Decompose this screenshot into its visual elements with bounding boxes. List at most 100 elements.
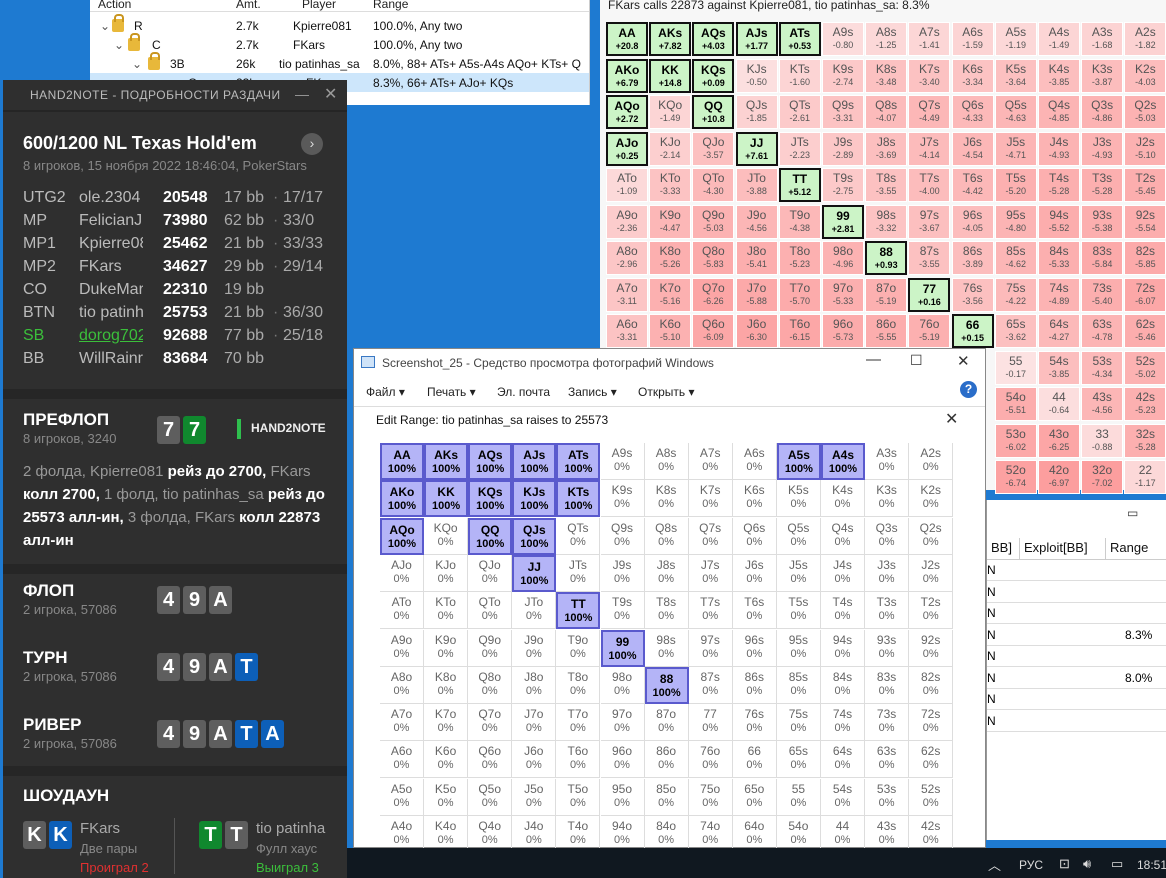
range-cell[interactable]: 94s 0% [821, 629, 865, 667]
range-cell[interactable]: K8o 0% [424, 666, 469, 704]
range-cell[interactable]: A6s 0% [732, 443, 777, 480]
range-cell[interactable]: K5o 0% [424, 778, 469, 816]
matrix-cell[interactable]: 54s -3.85 [1038, 350, 1080, 385]
range-cell[interactable]: 92s 0% [909, 629, 954, 667]
matrix-cell[interactable]: A8s -1.25 [865, 22, 908, 56]
header-player[interactable]: Player [302, 0, 336, 11]
range-cell[interactable]: T6o 0% [556, 741, 601, 779]
tree-row[interactable]: ⌄ R 2.7k Kpierre081 100.0%, Any two [90, 14, 589, 35]
matrix-cell[interactable]: 93s -5.38 [1081, 204, 1124, 239]
matrix-cell[interactable]: Q5s -4.63 [994, 95, 1037, 129]
player-row[interactable]: UTG2 ole.2304 20548 17 bb · 17/17 [23, 189, 337, 212]
chevron-up-icon[interactable]: ︿ [988, 855, 1001, 874]
matrix-cell[interactable]: A4s -1.49 [1038, 22, 1080, 56]
range-cell[interactable]: AKs 100% [424, 443, 469, 480]
matrix-cell[interactable]: K2s -4.03 [1124, 58, 1166, 93]
range-cell[interactable]: 63s 0% [865, 741, 910, 779]
matrix-cell[interactable]: AKo +6.79 [606, 58, 648, 93]
matrix-cell[interactable]: AKs +7.82 [649, 22, 692, 56]
player-row[interactable]: BTN tio patinh 25753 21 bb · 36/30 [23, 304, 337, 327]
range-cell[interactable]: T7o 0% [556, 704, 601, 742]
range-cell[interactable]: A5o 0% [380, 778, 424, 816]
minimize-icon[interactable]: — [866, 351, 881, 368]
matrix-cell[interactable]: A9o -2.36 [606, 204, 648, 239]
matrix-cell[interactable]: T9s -2.75 [822, 168, 864, 202]
range-cell[interactable]: QJo 0% [468, 554, 513, 592]
range-cell[interactable]: QQ 100% [468, 517, 513, 555]
range-cell[interactable]: 88 100% [644, 666, 689, 704]
matrix-cell[interactable]: 96s -4.05 [951, 204, 994, 239]
matrix-cell[interactable]: Q2s -5.03 [1124, 95, 1166, 129]
chevron-down-icon[interactable]: ⌄ [100, 19, 110, 33]
matrix-cell[interactable]: 52s -5.02 [1124, 350, 1166, 385]
matrix-cell[interactable]: QJo -3.57 [692, 131, 735, 166]
minimize-icon[interactable]: — [295, 86, 309, 102]
matrix-cell[interactable]: 82s -5.85 [1124, 241, 1166, 275]
player-row[interactable]: CO DukeMar 22310 19 bb [23, 281, 337, 304]
range-cell[interactable]: 82s 0% [909, 666, 954, 704]
range-cell[interactable]: K9o 0% [424, 629, 469, 667]
menu-burn[interactable]: Запись ▾ [568, 385, 617, 399]
range-cell[interactable]: 83s 0% [865, 666, 910, 704]
matrix-cell[interactable]: 42o -6.97 [1038, 460, 1080, 494]
matrix-cell[interactable]: 42s -5.23 [1124, 387, 1166, 421]
matrix-cell[interactable]: J6s -4.54 [951, 131, 994, 166]
matrix-cell[interactable]: Q7o -6.26 [692, 277, 735, 312]
range-cell[interactable]: 86o 0% [644, 741, 689, 779]
matrix-cell[interactable]: 87s -3.55 [908, 241, 951, 275]
matrix-cell[interactable]: 76s -3.56 [951, 277, 994, 312]
matrix-cell[interactable]: 53o -6.02 [994, 423, 1037, 458]
player-row[interactable]: MP2 FKars 34627 29 bb · 29/14 [23, 258, 337, 281]
range-cell[interactable]: A5s 100% [776, 443, 821, 480]
range-cell[interactable]: QTs 0% [556, 517, 601, 555]
matrix-cell[interactable]: J5s -4.71 [994, 131, 1037, 166]
matrix-cell[interactable]: Q8s -4.07 [865, 95, 908, 129]
matrix-cell[interactable]: 52o -6.74 [994, 460, 1037, 494]
range-cell[interactable]: Q2s 0% [909, 517, 954, 555]
close-icon[interactable]: ✕ [957, 352, 970, 370]
range-cell[interactable]: T8o 0% [556, 666, 601, 704]
range-cell[interactable]: 65o 0% [732, 778, 777, 816]
matrix-cell[interactable]: 94s -5.52 [1038, 204, 1080, 239]
range-cell[interactable]: T8s 0% [644, 592, 689, 630]
matrix-cell[interactable]: J9s -2.89 [822, 131, 864, 166]
matrix-cell[interactable]: Q4s -4.85 [1038, 95, 1080, 129]
matrix-cell[interactable]: TT +5.12 [778, 168, 821, 202]
maximize-icon[interactable]: ☐ [910, 352, 923, 369]
player-row[interactable]: SB dorog702 92688 77 bb · 25/18 [23, 327, 337, 350]
range-cell[interactable]: Q6s 0% [732, 517, 777, 555]
minimize-icon[interactable]: ▭ [1127, 506, 1138, 520]
range-cell[interactable]: Q3s 0% [865, 517, 910, 555]
close-icon[interactable]: ✕ [945, 409, 958, 429]
matrix-cell[interactable]: 62s -5.46 [1124, 314, 1166, 348]
range-cell[interactable]: J8s 0% [644, 554, 689, 592]
matrix-cell[interactable]: KQo -1.49 [649, 95, 692, 129]
range-cell[interactable]: 72s 0% [909, 704, 954, 742]
header-range[interactable]: Range [373, 0, 408, 11]
matrix-cell[interactable]: 99 +2.81 [822, 204, 864, 239]
range-cell[interactable]: A8s 0% [644, 443, 689, 480]
matrix-cell[interactable]: KTo -3.33 [649, 168, 692, 202]
range-cell[interactable]: AJs 100% [512, 443, 557, 480]
range-cell[interactable]: AQo 100% [380, 517, 424, 555]
range-cell[interactable]: Q8o 0% [468, 666, 513, 704]
range-cell[interactable]: T5o 0% [556, 778, 601, 816]
range-cell[interactable]: A4s 100% [821, 443, 865, 480]
matrix-cell[interactable]: JJ +7.61 [735, 131, 778, 166]
range-cell[interactable]: 95o 0% [600, 778, 645, 816]
range-cell[interactable]: Q8s 0% [644, 517, 689, 555]
range-cell[interactable]: K3s 0% [865, 480, 910, 518]
stats-row[interactable]: N [987, 646, 1166, 667]
matrix-cell[interactable]: 63s -4.78 [1081, 314, 1124, 348]
stats-row[interactable]: N [987, 711, 1166, 732]
matrix-cell[interactable]: A8o -2.96 [606, 241, 648, 275]
range-cell[interactable]: J9s 0% [600, 554, 645, 592]
matrix-cell[interactable]: K4s -3.85 [1038, 58, 1080, 93]
range-cell[interactable]: ATo 0% [380, 592, 424, 630]
range-cell[interactable]: 75s 0% [776, 704, 821, 742]
range-cell[interactable]: JTo 0% [512, 592, 557, 630]
range-cell[interactable]: K6s 0% [732, 480, 777, 518]
matrix-cell[interactable]: 97s -3.67 [908, 204, 951, 239]
chevron-down-icon[interactable]: ⌄ [132, 57, 142, 71]
menu-open[interactable]: Открыть ▾ [638, 385, 695, 399]
